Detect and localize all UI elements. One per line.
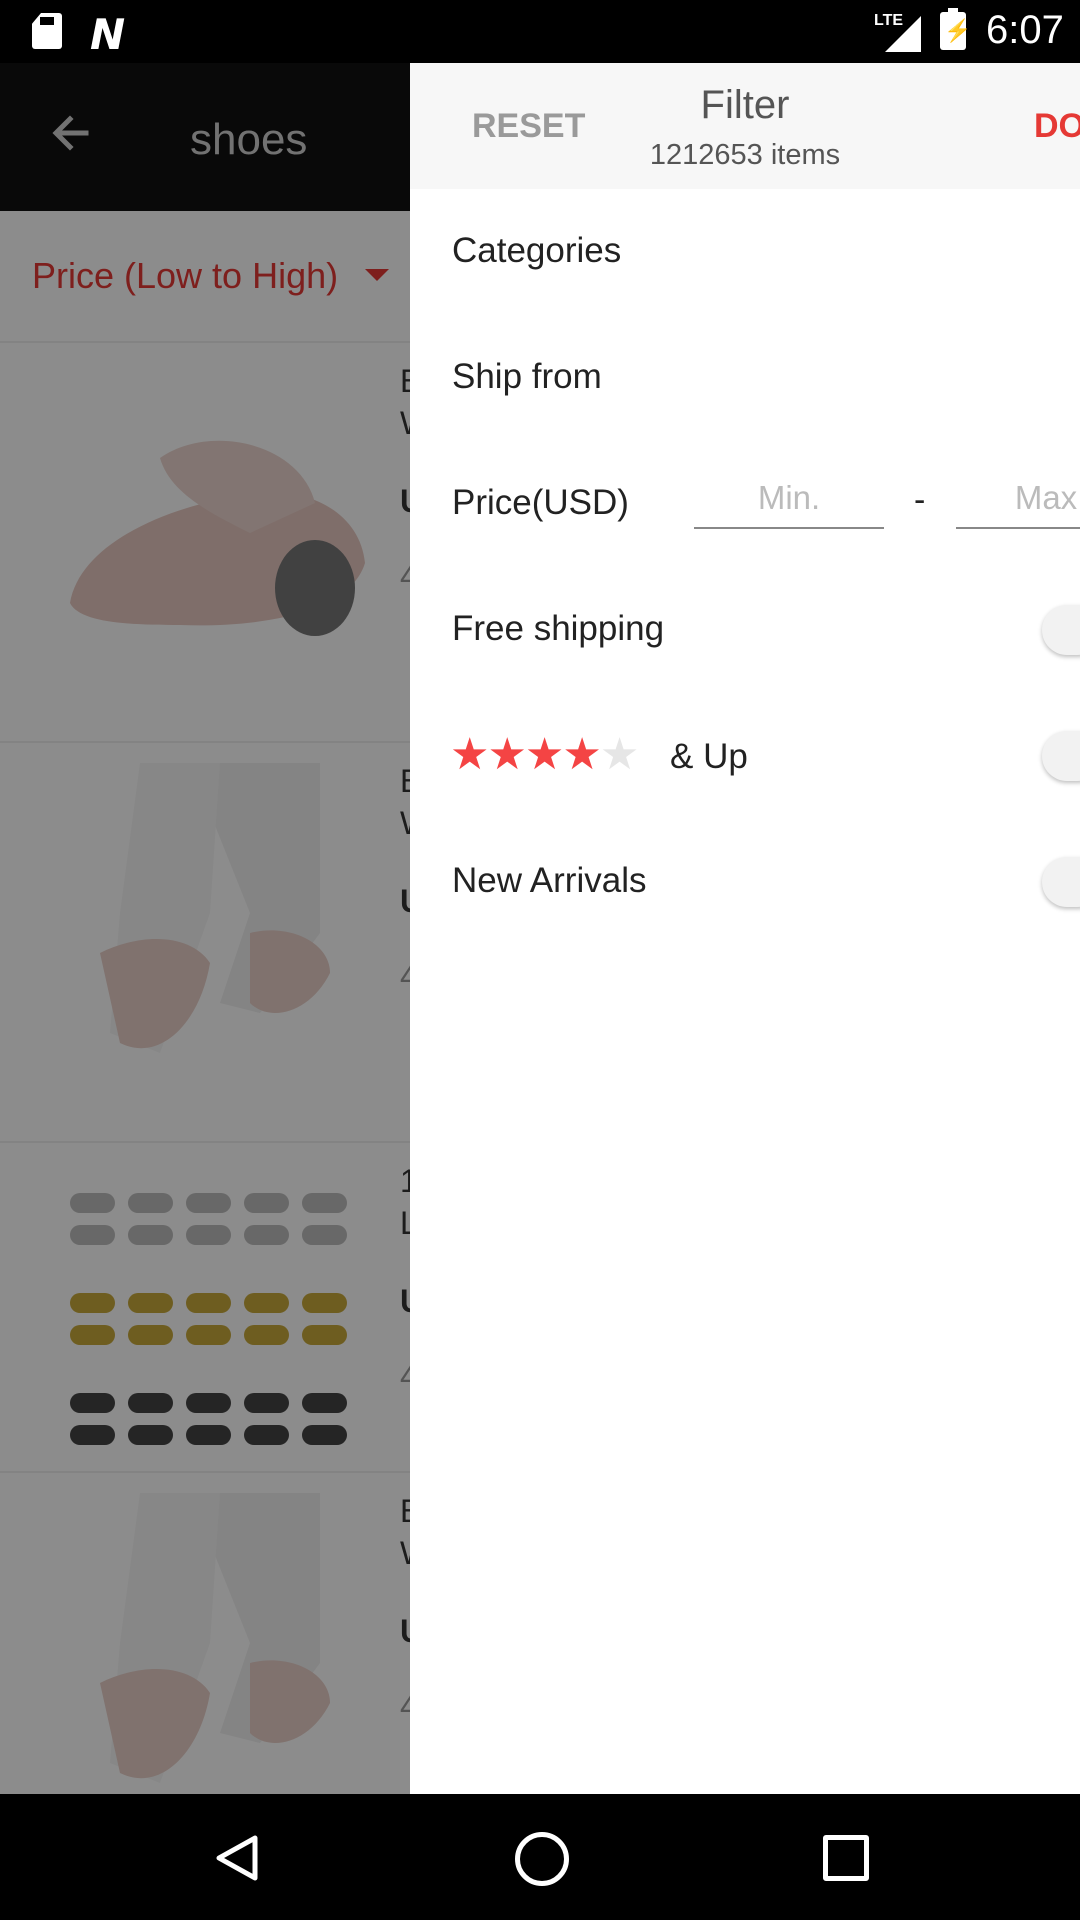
star-icon: ★	[450, 730, 490, 779]
back-triangle-icon[interactable]	[215, 1834, 259, 1882]
done-button[interactable]: DO	[1034, 107, 1080, 146]
status-bar: N LTE 6:07	[0, 0, 1080, 63]
free-shipping-label: Free shipping	[452, 609, 665, 648]
drawer-scrim[interactable]	[0, 63, 410, 1794]
status-time: 6:07	[986, 8, 1064, 52]
sd-card-icon	[32, 13, 62, 49]
rating-row: ★ ★ ★ ★ ★ & Up	[410, 693, 1080, 819]
star-icon: ★	[487, 730, 527, 779]
rating-suffix: & Up	[670, 737, 748, 776]
categories-row[interactable]: Categories	[410, 189, 1080, 315]
categories-label: Categories	[452, 231, 622, 270]
price-max-input[interactable]: Max	[956, 479, 1080, 529]
recents-square-icon[interactable]	[823, 1835, 869, 1881]
price-row: Price(USD) Min. - Max	[410, 441, 1080, 567]
free-shipping-toggle[interactable]	[1042, 605, 1080, 655]
ship-from-row[interactable]: Ship from	[410, 315, 1080, 441]
price-separator: -	[914, 481, 926, 519]
filter-drawer: RESET Filter 1212653 items DO Categories…	[410, 63, 1080, 1794]
new-arrivals-label: New Arrivals	[452, 861, 647, 900]
price-min-input[interactable]: Min.	[694, 479, 884, 529]
price-label: Price(USD)	[452, 483, 629, 522]
items-count: 1212653 items	[649, 139, 841, 171]
filter-header: RESET Filter 1212653 items DO	[410, 63, 1080, 189]
n-logo-icon: N	[90, 10, 126, 59]
star-icon: ★	[524, 730, 565, 779]
star-icon: ★	[562, 730, 602, 779]
system-nav-bar	[0, 1794, 1080, 1920]
ship-from-label: Ship from	[452, 357, 602, 396]
filter-title: Filter	[700, 83, 790, 127]
rating-toggle[interactable]	[1042, 731, 1080, 781]
new-arrivals-toggle[interactable]	[1042, 857, 1080, 907]
star-icon: ★	[599, 730, 640, 779]
home-circle-icon[interactable]	[515, 1832, 569, 1886]
battery-charging-icon	[940, 8, 971, 50]
new-arrivals-row: New Arrivals	[410, 819, 1080, 945]
signal-icon	[885, 16, 921, 52]
rating-stars: ★ ★ ★ ★ ★	[450, 730, 640, 779]
free-shipping-row: Free shipping	[410, 567, 1080, 693]
